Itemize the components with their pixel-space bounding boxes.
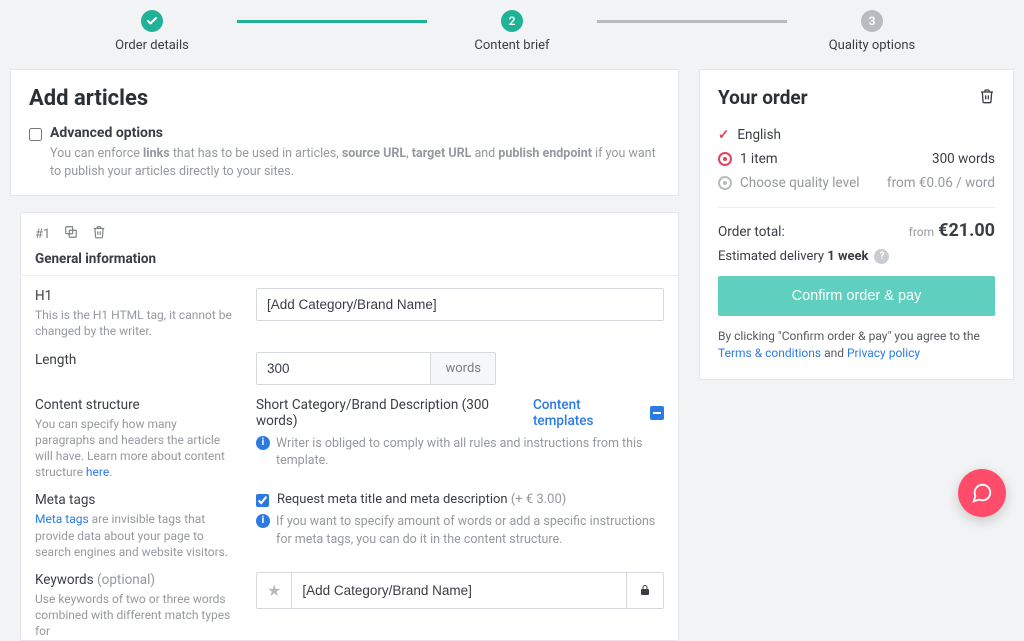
chat-fab[interactable] [958, 469, 1006, 517]
step-line-1 [237, 20, 427, 23]
step-line-2 [597, 20, 787, 23]
template-collapse-icon [650, 406, 664, 420]
legal-text: By clicking "Confirm order & pay" you ag… [718, 328, 995, 363]
order-summary-card: Your order ✓ English 1 item 300 words [699, 69, 1014, 380]
help-icon[interactable]: ? [874, 249, 889, 264]
privacy-link[interactable]: Privacy policy [847, 346, 920, 360]
trash-icon[interactable] [979, 88, 995, 108]
step-3[interactable]: 3 Quality options [787, 10, 957, 53]
advanced-options-desc: You can enforce links that has to be use… [50, 145, 660, 181]
content-structure-desc-title: Short Category/Brand Description (300 wo… [256, 397, 533, 429]
h1-input[interactable] [256, 288, 664, 321]
confirm-order-button[interactable]: Confirm order & pay [718, 276, 995, 316]
order-title: Your order [718, 86, 808, 109]
keywords-label: Keywords (optional) [35, 572, 240, 588]
length-label: Length [35, 352, 240, 368]
meta-request-checkbox[interactable] [256, 494, 269, 507]
info-icon: i [256, 436, 270, 450]
h1-sublabel: This is the H1 HTML tag, it cannot be ch… [35, 307, 240, 339]
h1-label: H1 [35, 288, 240, 304]
order-rate: from €0.06 / word [887, 175, 995, 191]
stepper: Order details 2 Content brief 3 Quality … [0, 0, 1024, 57]
length-input[interactable] [256, 352, 431, 385]
check-icon [141, 10, 163, 32]
step-2-label: Content brief [474, 38, 549, 53]
order-total-label: Order total: [718, 224, 785, 240]
order-total-value: from€21.00 [909, 220, 995, 241]
info-icon: i [256, 514, 270, 528]
content-structure-sublabel: You can specify how many paragraphs and … [35, 416, 240, 481]
bullet-icon [718, 152, 732, 166]
order-quality: Choose quality level [740, 175, 860, 191]
chat-icon [971, 482, 993, 504]
step-2-dot: 2 [501, 10, 523, 32]
trash-icon[interactable] [92, 225, 106, 243]
add-articles-card: Add articles Advanced options You can en… [10, 69, 679, 196]
step-3-label: Quality options [829, 38, 916, 53]
order-eta: Estimated delivery 1 week [718, 249, 868, 264]
advanced-options-label: Advanced options [50, 125, 660, 141]
keywords-input[interactable] [291, 572, 627, 609]
advanced-options-checkbox[interactable] [29, 128, 42, 141]
meta-tags-label: Meta tags [35, 492, 240, 508]
meta-request-label: Request meta title and meta description … [277, 492, 566, 507]
meta-info: i If you want to specify amount of words… [256, 513, 664, 548]
content-templates-link[interactable]: Content templates [533, 397, 664, 429]
terms-link[interactable]: Terms & conditions [718, 346, 821, 360]
bullet-icon [718, 176, 732, 190]
star-icon[interactable]: ★ [256, 572, 291, 609]
content-structure-label: Content structure [35, 397, 240, 413]
page-title: Add articles [29, 86, 660, 111]
order-items: 1 item [740, 151, 778, 167]
check-icon: ✓ [718, 127, 729, 143]
item-number: #1 [35, 227, 50, 242]
step-1[interactable]: Order details [67, 10, 237, 53]
meta-tags-sublabel: Meta tags are invisible tags that provid… [35, 511, 240, 560]
general-information-label: General information [21, 249, 678, 275]
template-info: i Writer is obliged to comply with all r… [256, 435, 664, 470]
article-item-card: #1 General information H1 This is the H1… [20, 212, 679, 640]
copy-icon[interactable] [64, 225, 78, 243]
meta-tags-link[interactable]: Meta tags [35, 512, 89, 526]
content-structure-here-link[interactable]: here [86, 465, 109, 479]
length-unit: words [431, 352, 496, 385]
order-words: 300 words [932, 151, 995, 167]
step-3-dot: 3 [861, 10, 883, 32]
step-1-label: Order details [115, 38, 189, 53]
step-2[interactable]: 2 Content brief [427, 10, 597, 53]
order-language: English [737, 127, 781, 143]
lock-icon[interactable] [627, 572, 664, 609]
keywords-sublabel: Use keywords of two or three words combi… [35, 591, 240, 640]
